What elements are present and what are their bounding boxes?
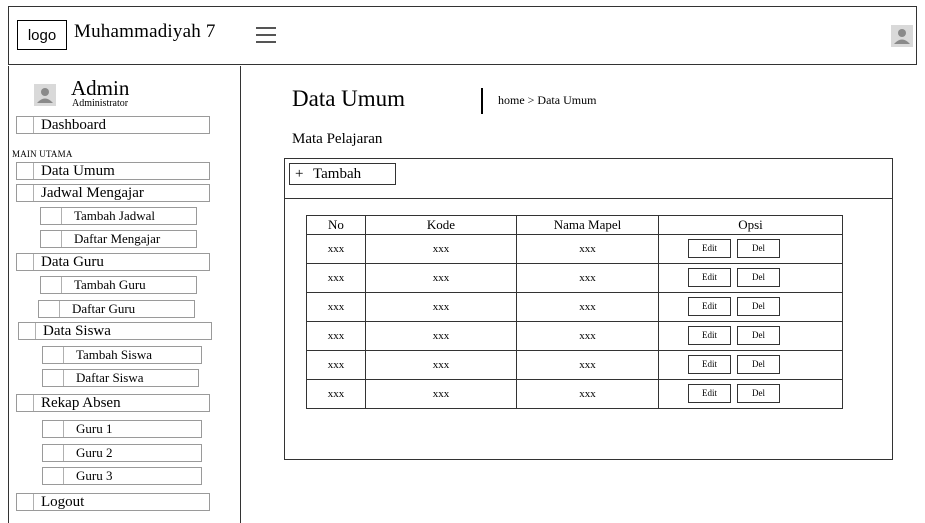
column-header: No bbox=[306, 215, 366, 235]
title-divider bbox=[481, 88, 483, 114]
sidebar-subitem-daftar-guru[interactable]: Daftar Guru bbox=[38, 300, 195, 318]
section-label: MAIN UTAMA bbox=[12, 149, 73, 159]
sidebar-item-data-umum[interactable]: Data Umum bbox=[16, 162, 210, 180]
table-cell: xxx bbox=[365, 350, 517, 380]
table-cell: xxx bbox=[306, 321, 366, 351]
edit-button[interactable]: Edit bbox=[688, 384, 731, 403]
sidebar-item-jadwal-mengajar[interactable]: Jadwal Mengajar bbox=[16, 184, 210, 202]
table-row: xxx xxx xxx Edit Del bbox=[306, 234, 843, 264]
sidebar-item-label: Guru 2 bbox=[76, 445, 113, 460]
sidebar-item-label: Data Guru bbox=[41, 254, 104, 270]
hamburger-icon[interactable] bbox=[256, 27, 276, 43]
add-button-label: Tambah bbox=[313, 166, 362, 182]
table-cell: xxx bbox=[306, 234, 366, 264]
edit-button[interactable]: Edit bbox=[688, 326, 731, 345]
options-cell: Edit Del bbox=[658, 263, 843, 293]
table-row: xxx xxx xxx Edit Del bbox=[306, 263, 843, 293]
table-cell: xxx bbox=[516, 292, 659, 322]
sidebar-subitem-daftar-mengajar[interactable]: Daftar Mengajar bbox=[40, 230, 197, 248]
school-name: Muhammadiyah 7 bbox=[74, 21, 216, 42]
sidebar-subitem-tambah-siswa[interactable]: Tambah Siswa bbox=[42, 346, 202, 364]
table-cell: xxx bbox=[306, 263, 366, 293]
column-header: Kode bbox=[365, 215, 517, 235]
sidebar-item-label: Daftar Siswa bbox=[76, 370, 144, 385]
options-cell: Edit Del bbox=[658, 234, 843, 264]
sidebar-subitem-guru-1[interactable]: Guru 1 bbox=[42, 420, 202, 438]
sidebar-item-logout[interactable]: Logout bbox=[16, 493, 210, 511]
sidebar-item-label: Jadwal Mengajar bbox=[41, 185, 144, 201]
delete-button[interactable]: Del bbox=[737, 326, 780, 345]
sidebar-item-label: Daftar Guru bbox=[72, 301, 136, 316]
section-subtitle: Mata Pelajaran bbox=[292, 131, 383, 147]
data-table: No Kode Nama Mapel Opsi xxx xxx xxx Edit… bbox=[306, 215, 843, 409]
delete-button[interactable]: Del bbox=[737, 268, 780, 287]
table-cell: xxx bbox=[365, 292, 517, 322]
edit-button[interactable]: Edit bbox=[688, 355, 731, 374]
table-cell: xxx bbox=[365, 321, 517, 351]
edit-button[interactable]: Edit bbox=[688, 239, 731, 258]
options-cell: Edit Del bbox=[658, 321, 843, 351]
table-cell: xxx bbox=[365, 234, 517, 264]
delete-button[interactable]: Del bbox=[737, 355, 780, 374]
sidebar-item-label: Tambah Jadwal bbox=[74, 208, 156, 223]
table-cell: xxx bbox=[516, 263, 659, 293]
sidebar-item-rekap-absen[interactable]: Rekap Absen bbox=[16, 394, 210, 412]
sidebar-item-label: Rekap Absen bbox=[41, 395, 121, 411]
table-cell: xxx bbox=[365, 379, 517, 409]
table-cell: xxx bbox=[365, 263, 517, 293]
admin-avatar-icon bbox=[34, 84, 56, 106]
sidebar-item-label: Dashboard bbox=[41, 117, 106, 133]
table-cell: xxx bbox=[516, 350, 659, 380]
sidebar-item-label: Guru 3 bbox=[76, 468, 113, 483]
sidebar-subitem-daftar-siswa[interactable]: Daftar Siswa bbox=[42, 369, 199, 387]
add-button[interactable]: + Tambah bbox=[289, 163, 396, 185]
sidebar-item-label: Tambah Guru bbox=[74, 277, 146, 292]
panel-divider bbox=[284, 198, 893, 199]
options-cell: Edit Del bbox=[658, 350, 843, 380]
delete-button[interactable]: Del bbox=[737, 384, 780, 403]
column-header: Opsi bbox=[658, 215, 843, 235]
table-cell: xxx bbox=[516, 321, 659, 351]
sidebar-subitem-tambah-jadwal[interactable]: Tambah Jadwal bbox=[40, 207, 197, 225]
options-cell: Edit Del bbox=[658, 292, 843, 322]
table-cell: xxx bbox=[306, 379, 366, 409]
table-row: xxx xxx xxx Edit Del bbox=[306, 321, 843, 351]
table-cell: xxx bbox=[306, 350, 366, 380]
table-row: xxx xxx xxx Edit Del bbox=[306, 350, 843, 380]
page-title: Data Umum bbox=[292, 86, 406, 111]
edit-button[interactable]: Edit bbox=[688, 268, 731, 287]
table-cell: xxx bbox=[516, 379, 659, 409]
sidebar-item-data-siswa[interactable]: Data Siswa bbox=[18, 322, 212, 340]
user-icon[interactable] bbox=[891, 25, 913, 47]
plus-icon: + bbox=[295, 166, 304, 182]
sidebar-subitem-tambah-guru[interactable]: Tambah Guru bbox=[40, 276, 197, 294]
delete-button[interactable]: Del bbox=[737, 239, 780, 258]
sidebar-item-label: Daftar Mengajar bbox=[74, 231, 161, 246]
sidebar-item-label: Tambah Siswa bbox=[76, 347, 152, 362]
breadcrumb[interactable]: home > Data Umum bbox=[498, 93, 596, 108]
sidebar-subitem-guru-2[interactable]: Guru 2 bbox=[42, 444, 202, 462]
sidebar-item-data-guru[interactable]: Data Guru bbox=[16, 253, 210, 271]
table-row: xxx xxx xxx Edit Del bbox=[306, 379, 843, 409]
sidebar-item-label: Data Siswa bbox=[43, 323, 111, 339]
sidebar-subitem-guru-3[interactable]: Guru 3 bbox=[42, 467, 202, 485]
table-row: xxx xxx xxx Edit Del bbox=[306, 292, 843, 322]
admin-role: Administrator bbox=[72, 98, 129, 109]
edit-button[interactable]: Edit bbox=[688, 297, 731, 316]
column-header: Nama Mapel bbox=[516, 215, 659, 235]
table-cell: xxx bbox=[306, 292, 366, 322]
sidebar-item-label: Data Umum bbox=[41, 163, 115, 179]
sidebar-item-dashboard[interactable]: Dashboard bbox=[16, 116, 210, 134]
table-cell: xxx bbox=[516, 234, 659, 264]
sidebar-item-label: Logout bbox=[41, 494, 85, 510]
options-cell: Edit Del bbox=[658, 379, 843, 409]
sidebar-item-label: Guru 1 bbox=[76, 421, 113, 436]
table-header-row: No Kode Nama Mapel Opsi bbox=[306, 215, 843, 235]
delete-button[interactable]: Del bbox=[737, 297, 780, 316]
logo[interactable]: logo bbox=[17, 20, 67, 50]
